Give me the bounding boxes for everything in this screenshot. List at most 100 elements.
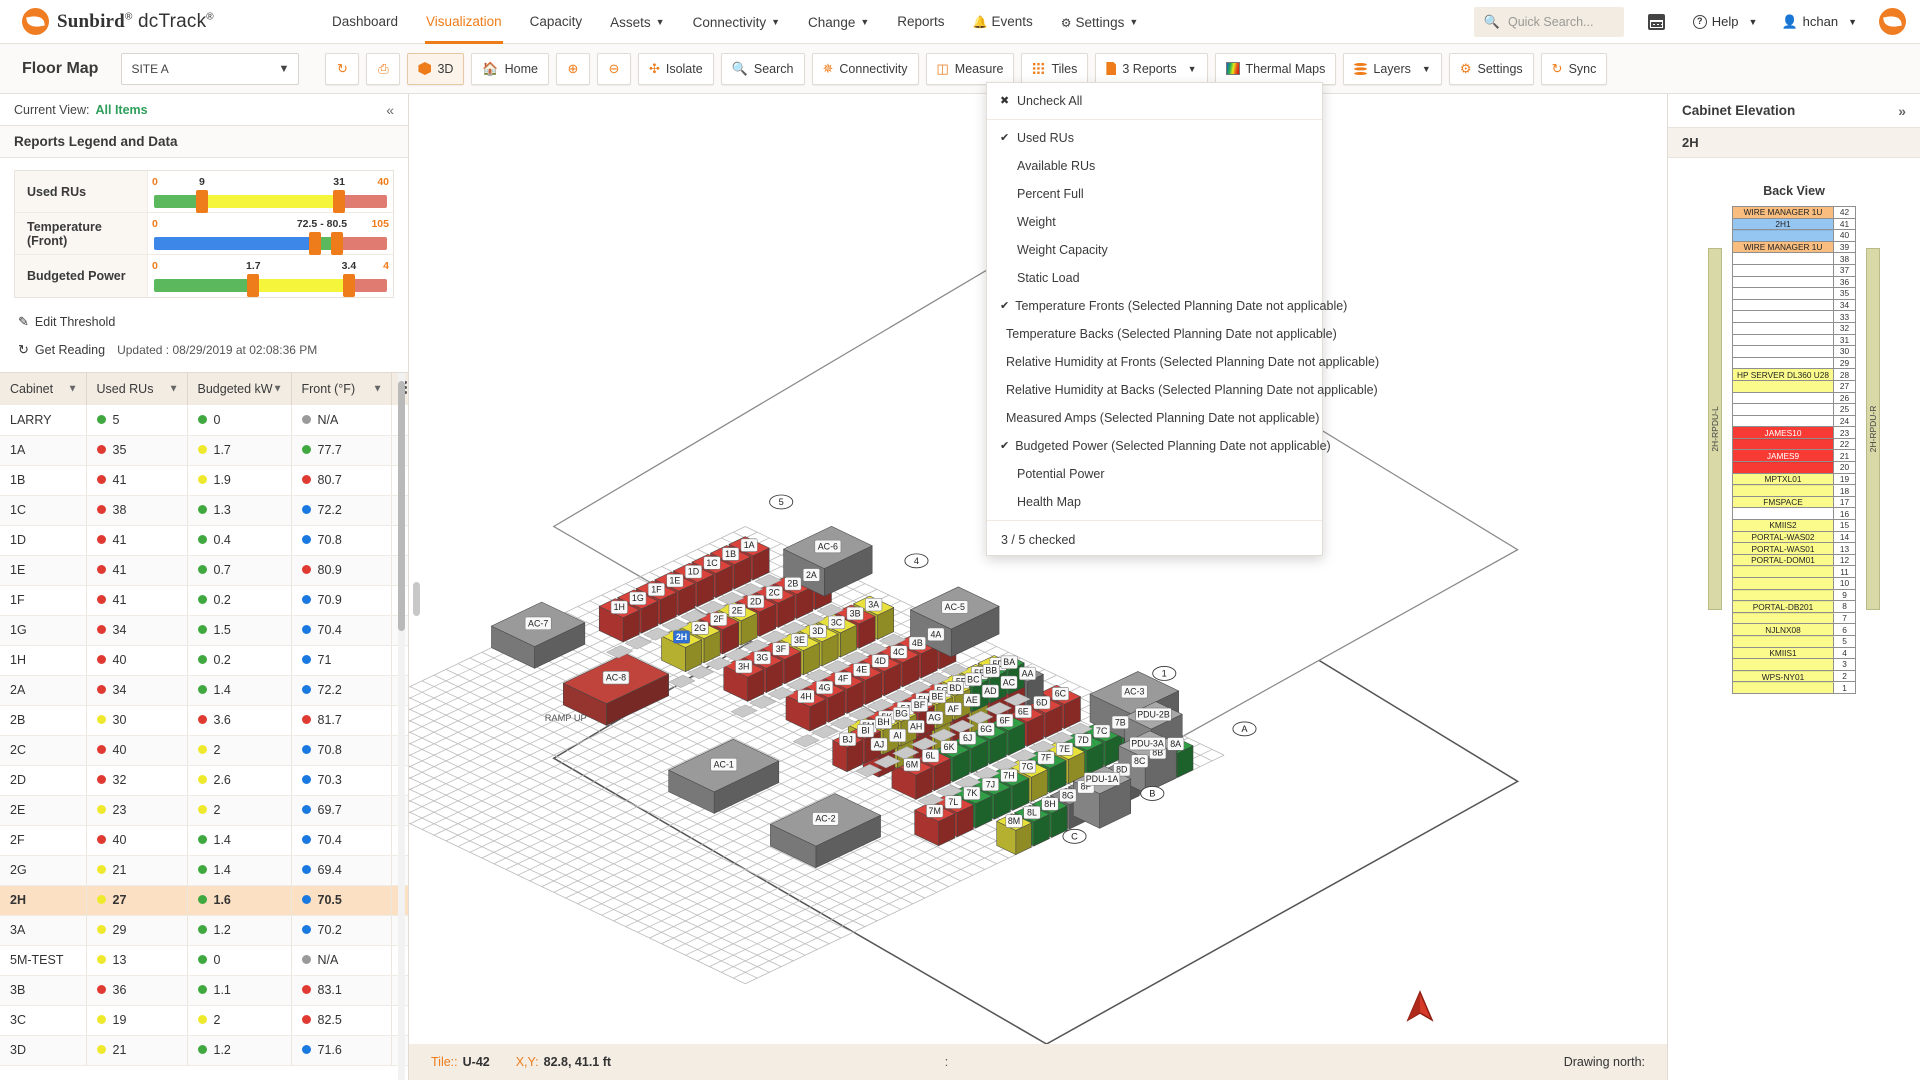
expand-panel-icon[interactable]: » bbox=[1898, 103, 1906, 119]
floor-map-cabinet-label[interactable]: 6G bbox=[978, 723, 995, 736]
rack-unit[interactable]: 27 bbox=[1733, 380, 1855, 392]
rack-unit[interactable]: 16 bbox=[1733, 507, 1855, 519]
floor-map-cabinet-label[interactable]: 4F bbox=[835, 672, 852, 685]
rack-unit[interactable]: 1 bbox=[1733, 681, 1855, 693]
table-row[interactable]: 2E23269.7 bbox=[0, 795, 408, 825]
floor-map-cabinet-label[interactable]: 2G bbox=[692, 622, 709, 635]
report-menu-item[interactable]: Temperature Backs (Selected Planning Dat… bbox=[987, 320, 1322, 348]
rack-unit[interactable]: 38 bbox=[1733, 252, 1855, 264]
measure-button[interactable]: ◫Measure bbox=[926, 53, 1015, 85]
report-menu-item[interactable]: ✔Budgeted Power (Selected Planning Date … bbox=[987, 432, 1322, 460]
floor-map-cabinet-label[interactable]: AC-6 bbox=[815, 540, 841, 553]
floor-map-cabinet-label[interactable]: 8M bbox=[1006, 815, 1023, 828]
get-reading-button[interactable]: ↻ Get Reading bbox=[18, 342, 105, 358]
floor-map-cabinet-label[interactable]: BE bbox=[929, 690, 946, 703]
floor-map-cabinet-label[interactable]: 1F bbox=[648, 583, 665, 596]
floor-map-cabinet-label[interactable]: AE bbox=[964, 694, 981, 707]
floor-map-cabinet-label[interactable]: 2E bbox=[729, 604, 746, 617]
floor-map-cabinet-label[interactable]: 6E bbox=[1015, 705, 1032, 718]
zoom-in-button[interactable]: ⊕ bbox=[556, 53, 590, 85]
rack-unit[interactable]: 37 bbox=[1733, 264, 1855, 276]
floor-map-cabinet-label[interactable]: AJ bbox=[871, 738, 888, 751]
floor-map-cabinet-label[interactable]: BB bbox=[983, 664, 1000, 677]
rack-unit[interactable]: 36 bbox=[1733, 276, 1855, 288]
rack-unit[interactable]: 35 bbox=[1733, 287, 1855, 299]
table-row[interactable]: 3D211.271.6 bbox=[0, 1035, 408, 1065]
floor-map-cabinet-label[interactable]: AC-3 bbox=[1121, 685, 1147, 698]
report-menu-item[interactable]: Health Map bbox=[987, 488, 1322, 516]
table-row[interactable]: 3A291.270.2 bbox=[0, 915, 408, 945]
connectivity-button[interactable]: ✵Connectivity bbox=[812, 53, 919, 85]
floor-map-cabinet-label[interactable]: AC-8 bbox=[603, 671, 629, 684]
floor-map-cabinet-label[interactable]: AC-5 bbox=[942, 601, 968, 614]
floor-map-cabinet-label[interactable]: 6C bbox=[1052, 687, 1069, 700]
floor-map-cabinet-label[interactable]: 4B bbox=[909, 637, 926, 650]
rack-unit[interactable]: WPS-NY012 bbox=[1733, 670, 1855, 682]
legend-threshold-handle[interactable] bbox=[343, 274, 355, 297]
rack-unit[interactable]: 29 bbox=[1733, 357, 1855, 369]
table-column-header[interactable]: Budgeted kW▼ bbox=[187, 373, 291, 405]
tiles-button[interactable]: Tiles bbox=[1021, 53, 1088, 85]
floor-map-cabinet-label[interactable]: AH bbox=[908, 720, 925, 733]
legend-threshold-handle[interactable] bbox=[247, 274, 259, 297]
floor-map-cabinet-label[interactable]: AC-7 bbox=[525, 617, 551, 630]
floor-map-cabinet-label[interactable]: 7J bbox=[982, 778, 999, 791]
floor-map-cabinet-label[interactable]: 8L bbox=[1024, 806, 1041, 819]
rack-unit[interactable]: 18 bbox=[1733, 484, 1855, 496]
report-menu-item[interactable]: Percent Full bbox=[987, 180, 1322, 208]
nav-item-reports[interactable]: Reports bbox=[883, 0, 958, 44]
floor-map-cabinet-label[interactable]: 4C bbox=[891, 646, 908, 659]
rack-unit[interactable]: 33 bbox=[1733, 310, 1855, 322]
quick-search-box[interactable]: 🔍 Quick Search... bbox=[1474, 7, 1624, 37]
uncheck-all-menu-item[interactable]: ✖ Uncheck All bbox=[987, 87, 1322, 115]
floor-map-cabinet-label[interactable]: BJ bbox=[839, 733, 856, 746]
floor-map-cabinet-label[interactable]: 7E bbox=[1056, 743, 1073, 756]
floor-map-cabinet-label[interactable]: 3A bbox=[865, 598, 882, 611]
brand-logo-area[interactable]: Sunbird® dcTrack® bbox=[0, 8, 300, 35]
report-menu-item[interactable]: Measured Amps (Selected Planning Date no… bbox=[987, 404, 1322, 432]
nav-item-events[interactable]: 🔔Events bbox=[959, 0, 1047, 44]
table-row[interactable]: 2A341.472.2 bbox=[0, 675, 408, 705]
avatar[interactable] bbox=[1879, 8, 1906, 35]
floor-map-cabinet-label[interactable]: 1A bbox=[741, 539, 758, 552]
rack-unit[interactable]: MPTXL0119 bbox=[1733, 473, 1855, 485]
legend-slider[interactable]: 041.73.4 bbox=[148, 255, 393, 297]
thermal-maps-button[interactable]: Thermal Maps bbox=[1215, 53, 1337, 85]
table-row[interactable]: LARRY50N/A bbox=[0, 405, 408, 435]
floor-map-cabinet-label[interactable]: 3D bbox=[810, 625, 827, 638]
map-vertical-scrollbar[interactable] bbox=[413, 582, 420, 616]
report-menu-item[interactable]: Relative Humidity at Backs (Selected Pla… bbox=[987, 376, 1322, 404]
rack-unit[interactable]: 3 bbox=[1733, 658, 1855, 670]
table-row[interactable]: 1H400.271 bbox=[0, 645, 408, 675]
floor-map-cabinet-label[interactable]: 4G bbox=[816, 681, 833, 694]
table-row[interactable]: 1C381.372.2 bbox=[0, 495, 408, 525]
settings-button[interactable]: ⚙Settings bbox=[1449, 53, 1534, 85]
floor-map-cabinet-label[interactable]: 7M bbox=[926, 805, 943, 818]
nav-item-connectivity[interactable]: Connectivity▼ bbox=[679, 0, 794, 44]
table-scrollbar-thumb[interactable] bbox=[398, 381, 405, 631]
edit-threshold-button[interactable]: ✎ Edit Threshold bbox=[18, 314, 115, 330]
floor-map-cabinet-label[interactable]: 4E bbox=[853, 663, 870, 676]
rack-unit[interactable]: PORTAL-WAS0113 bbox=[1733, 542, 1855, 554]
reports-button[interactable]: 3 Reports▼ bbox=[1095, 53, 1207, 85]
print-button[interactable]: ⎙ bbox=[366, 53, 400, 85]
floor-map-cabinet-label[interactable]: 7C bbox=[1093, 725, 1110, 738]
table-row[interactable]: 1B411.980.7 bbox=[0, 465, 408, 495]
floor-map-cabinet-label[interactable]: 3G bbox=[754, 651, 771, 664]
table-row[interactable]: 2F401.470.4 bbox=[0, 825, 408, 855]
table-row[interactable]: 3B361.183.1 bbox=[0, 975, 408, 1005]
floor-map-cabinet-label[interactable]: 3H bbox=[736, 660, 753, 673]
rpdu-left[interactable]: 2H-RPDU-L bbox=[1708, 248, 1722, 610]
table-row[interactable]: 1F410.270.9 bbox=[0, 585, 408, 615]
rack-unit[interactable]: PORTAL-DOM0112 bbox=[1733, 554, 1855, 566]
rack-unit[interactable]: 7 bbox=[1733, 612, 1855, 624]
floor-map-cabinet-label[interactable]: 7H bbox=[1001, 769, 1018, 782]
report-menu-item[interactable]: Weight bbox=[987, 208, 1322, 236]
floor-map-cabinet-label[interactable]: BH bbox=[875, 716, 892, 729]
rack-unit[interactable]: 26 bbox=[1733, 392, 1855, 404]
floor-map-cabinet-label[interactable]: 6F bbox=[996, 714, 1013, 727]
search-button[interactable]: 🔍Search bbox=[721, 53, 805, 85]
table-column-header[interactable]: Cabinet▼ bbox=[0, 373, 86, 405]
floor-map-cabinet-label[interactable]: AC bbox=[1001, 676, 1018, 689]
table-column-header[interactable]: Used RUs▼ bbox=[86, 373, 187, 405]
